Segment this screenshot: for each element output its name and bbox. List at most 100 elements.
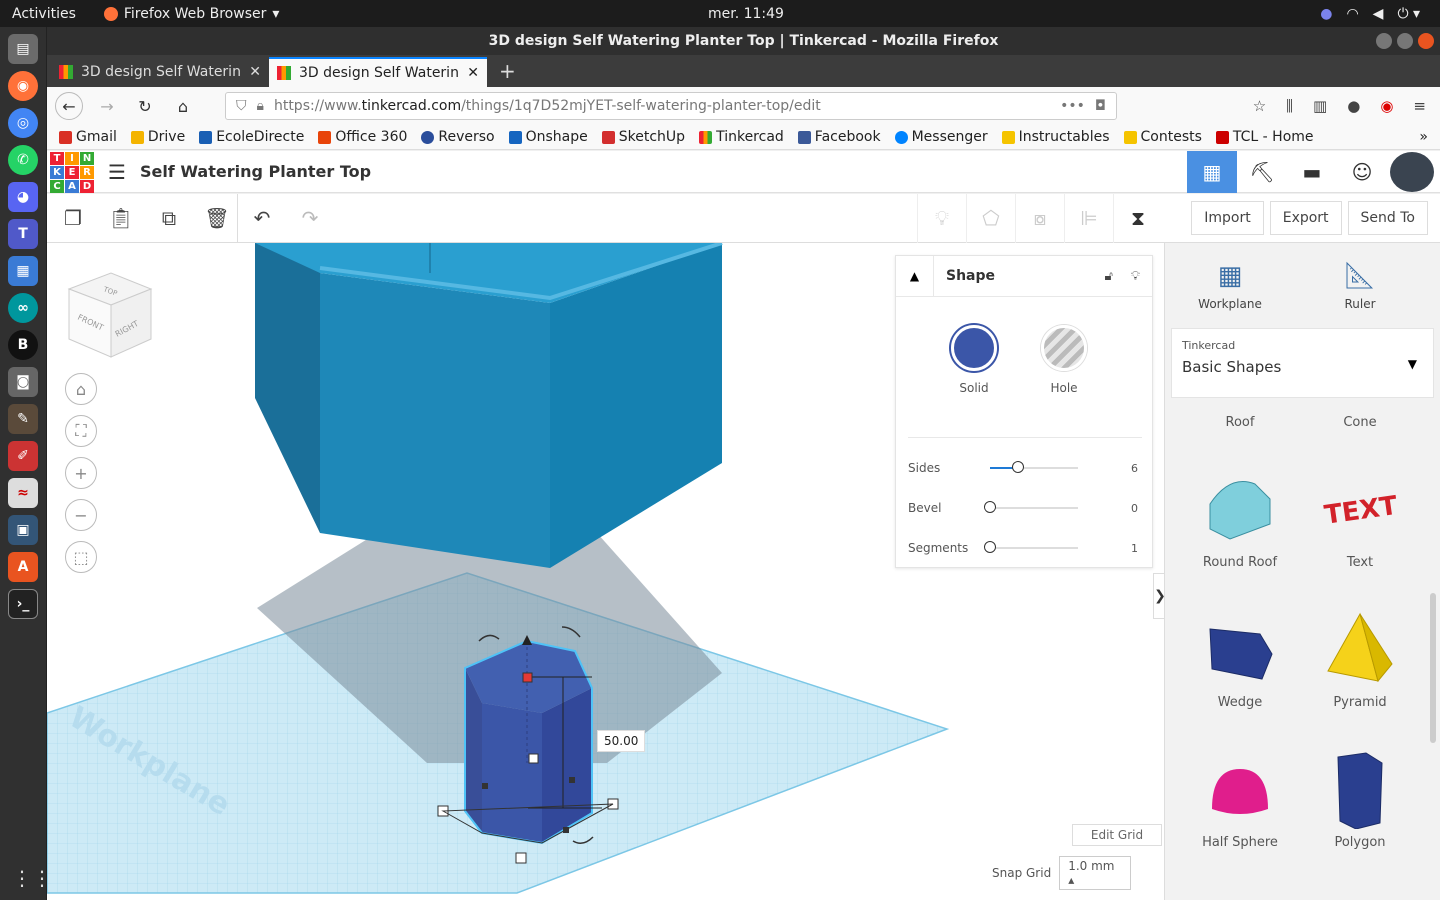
shape-half-sphere[interactable]: Half Sphere: [1180, 722, 1300, 862]
library-icon[interactable]: ⫼: [1286, 97, 1293, 115]
workplane-tool[interactable]: ▦ Workplane: [1165, 243, 1295, 328]
bookmark-onshape[interactable]: Onshape: [508, 129, 588, 145]
close-window-button[interactable]: [1418, 33, 1434, 49]
center-handle[interactable]: [528, 753, 539, 764]
back-button[interactable]: ←: [55, 92, 83, 120]
undo-icon[interactable]: ↶: [248, 204, 276, 232]
collapse-panel-icon[interactable]: ▲: [896, 255, 934, 297]
group-icon[interactable]: ⬠: [966, 193, 1015, 243]
activities-button[interactable]: Activities: [12, 6, 76, 22]
chrome-dock-icon[interactable]: ◎: [8, 108, 38, 138]
3d-viewport[interactable]: Workplane TOP FRONT RIGHT ⌂ ⛶ + − ⬚ 50.0…: [47, 243, 1164, 900]
height-handle[interactable]: [522, 672, 533, 683]
browser-tab-1[interactable]: 3D design Self Watering ✕: [51, 57, 269, 87]
bookmark-reverso[interactable]: Reverso: [421, 129, 495, 145]
zoom-out-icon[interactable]: −: [65, 499, 97, 531]
shape-library-select[interactable]: Tinkercad Basic Shapes ▼: [1171, 328, 1434, 398]
codeblocks-view-icon[interactable]: ⛏: [1237, 151, 1287, 193]
bookmark-facebook[interactable]: Facebook: [797, 129, 881, 145]
wifi-icon[interactable]: ◠: [1346, 6, 1358, 22]
sidebar-scrollbar[interactable]: [1430, 593, 1436, 743]
segments-value[interactable]: 1: [1131, 542, 1138, 555]
ungroup-icon[interactable]: ⧇: [1015, 193, 1064, 243]
edit-grid-button[interactable]: Edit Grid: [1072, 824, 1162, 846]
volume-icon[interactable]: ◀: [1373, 6, 1384, 22]
shape-polygon[interactable]: Polygon: [1300, 722, 1420, 862]
paint-dock-icon[interactable]: ✐: [8, 441, 38, 471]
terminal-dock-icon[interactable]: ›_: [8, 589, 38, 619]
bricks-view-icon[interactable]: ▬: [1287, 151, 1337, 193]
bookmark-messenger[interactable]: Messenger: [894, 129, 988, 145]
shape-cone[interactable]: Cone: [1300, 398, 1420, 442]
hole-swatch[interactable]: [1041, 325, 1087, 371]
bevel-value[interactable]: 0: [1131, 502, 1138, 515]
power-icon[interactable]: ⏻ ▾: [1397, 6, 1420, 22]
send-to-button[interactable]: Send To: [1347, 201, 1428, 235]
minimize-button[interactable]: [1376, 33, 1392, 49]
fit-view-icon[interactable]: ⛶: [65, 415, 97, 447]
home-button[interactable]: ⌂: [169, 92, 197, 120]
close-tab-icon[interactable]: ✕: [249, 64, 261, 80]
import-button[interactable]: Import: [1191, 201, 1264, 235]
segments-slider[interactable]: [984, 541, 1078, 553]
new-tab-button[interactable]: +: [487, 59, 528, 87]
shape-round-roof[interactable]: Round Roof: [1180, 442, 1300, 582]
browser-tab-2[interactable]: 3D design Self Watering ✕: [269, 57, 487, 87]
planter-top-front-face[interactable]: [320, 273, 550, 568]
b-app-dock-icon[interactable]: B: [8, 330, 38, 360]
paste-icon[interactable]: 📋︎: [107, 204, 135, 232]
height-dimension-input[interactable]: 50.00: [597, 730, 646, 752]
gimp-dock-icon[interactable]: ✎: [8, 404, 38, 434]
system-tray[interactable]: ● ◠ ◀ ⏻ ▾: [1320, 6, 1420, 22]
account-icon[interactable]: ●: [1347, 97, 1360, 115]
more-bookmarks-icon[interactable]: »: [1419, 129, 1428, 145]
bookmark-ecoledirecte[interactable]: EcoleDirecte: [199, 129, 304, 145]
add-user-icon[interactable]: ☺: [1337, 151, 1387, 193]
hamburger-menu-icon[interactable]: ≡: [1413, 97, 1426, 115]
firefox-dock-icon[interactable]: ◉: [8, 71, 38, 101]
collapse-sidebar-button[interactable]: ❯: [1153, 573, 1164, 619]
bookmark-contests[interactable]: Contests: [1123, 129, 1202, 145]
hole-option[interactable]: Hole: [1041, 325, 1087, 395]
shape-text[interactable]: TEXT Text: [1300, 442, 1420, 582]
user-avatar[interactable]: [1387, 151, 1437, 193]
design-title[interactable]: Self Watering Planter Top: [140, 162, 371, 181]
visibility-bulb-icon[interactable]: 💡︎: [1131, 269, 1140, 284]
bookmark-office[interactable]: Office 360: [318, 129, 407, 145]
duplicate-icon[interactable]: ⧉: [155, 204, 183, 232]
slider-knob[interactable]: [984, 541, 996, 553]
url-text[interactable]: https://www.tinkercad.com/things/1q7D52m…: [274, 98, 1050, 114]
lightbulb-icon[interactable]: 💡︎: [917, 193, 966, 243]
export-button[interactable]: Export: [1269, 201, 1342, 235]
close-tab-icon[interactable]: ✕: [467, 65, 479, 81]
redo-icon[interactable]: ↷: [296, 204, 324, 232]
delete-icon[interactable]: 🗑︎: [203, 204, 231, 232]
presentation-dock-icon[interactable]: ≈: [8, 478, 38, 508]
sidebar-icon[interactable]: ▥: [1313, 97, 1327, 115]
forward-button[interactable]: →: [93, 92, 121, 120]
whatsapp-dock-icon[interactable]: ✆: [8, 145, 38, 175]
home-view-icon[interactable]: ⌂: [65, 373, 97, 405]
ortho-view-icon[interactable]: ⬚: [65, 541, 97, 573]
document-viewer-icon[interactable]: ▦: [8, 256, 38, 286]
sides-value[interactable]: 6: [1131, 462, 1138, 475]
bookmark-drive[interactable]: Drive: [130, 129, 185, 145]
url-bar[interactable]: ⛉ 🔒︎ https://www.tinkercad.com/things/1q…: [225, 92, 1117, 120]
page-actions-icon[interactable]: •••: [1060, 98, 1085, 114]
polygon-shape-front-face[interactable]: [482, 703, 542, 843]
tinkercad-logo[interactable]: TIN KER CAD: [50, 151, 94, 193]
shape-roof[interactable]: Roof: [1180, 398, 1300, 442]
discord-dock-icon[interactable]: ◕: [8, 182, 38, 212]
pocket-icon[interactable]: ◘: [1095, 98, 1106, 114]
unlock-icon[interactable]: 🔓︎: [1104, 269, 1112, 284]
software-center-icon[interactable]: A: [8, 552, 38, 582]
clock[interactable]: mer. 11:49: [708, 6, 784, 22]
solid-color-swatch[interactable]: [951, 325, 997, 371]
star-icon[interactable]: ☆: [1253, 97, 1266, 115]
camera-dock-icon[interactable]: ◙: [8, 367, 38, 397]
reload-button[interactable]: ↻: [131, 92, 159, 120]
teams-dock-icon[interactable]: T: [8, 219, 38, 249]
shape-pyramid[interactable]: Pyramid: [1300, 582, 1420, 722]
mirror-icon[interactable]: ⧗: [1113, 193, 1162, 243]
3d-design-view-icon[interactable]: ▦: [1187, 151, 1237, 193]
